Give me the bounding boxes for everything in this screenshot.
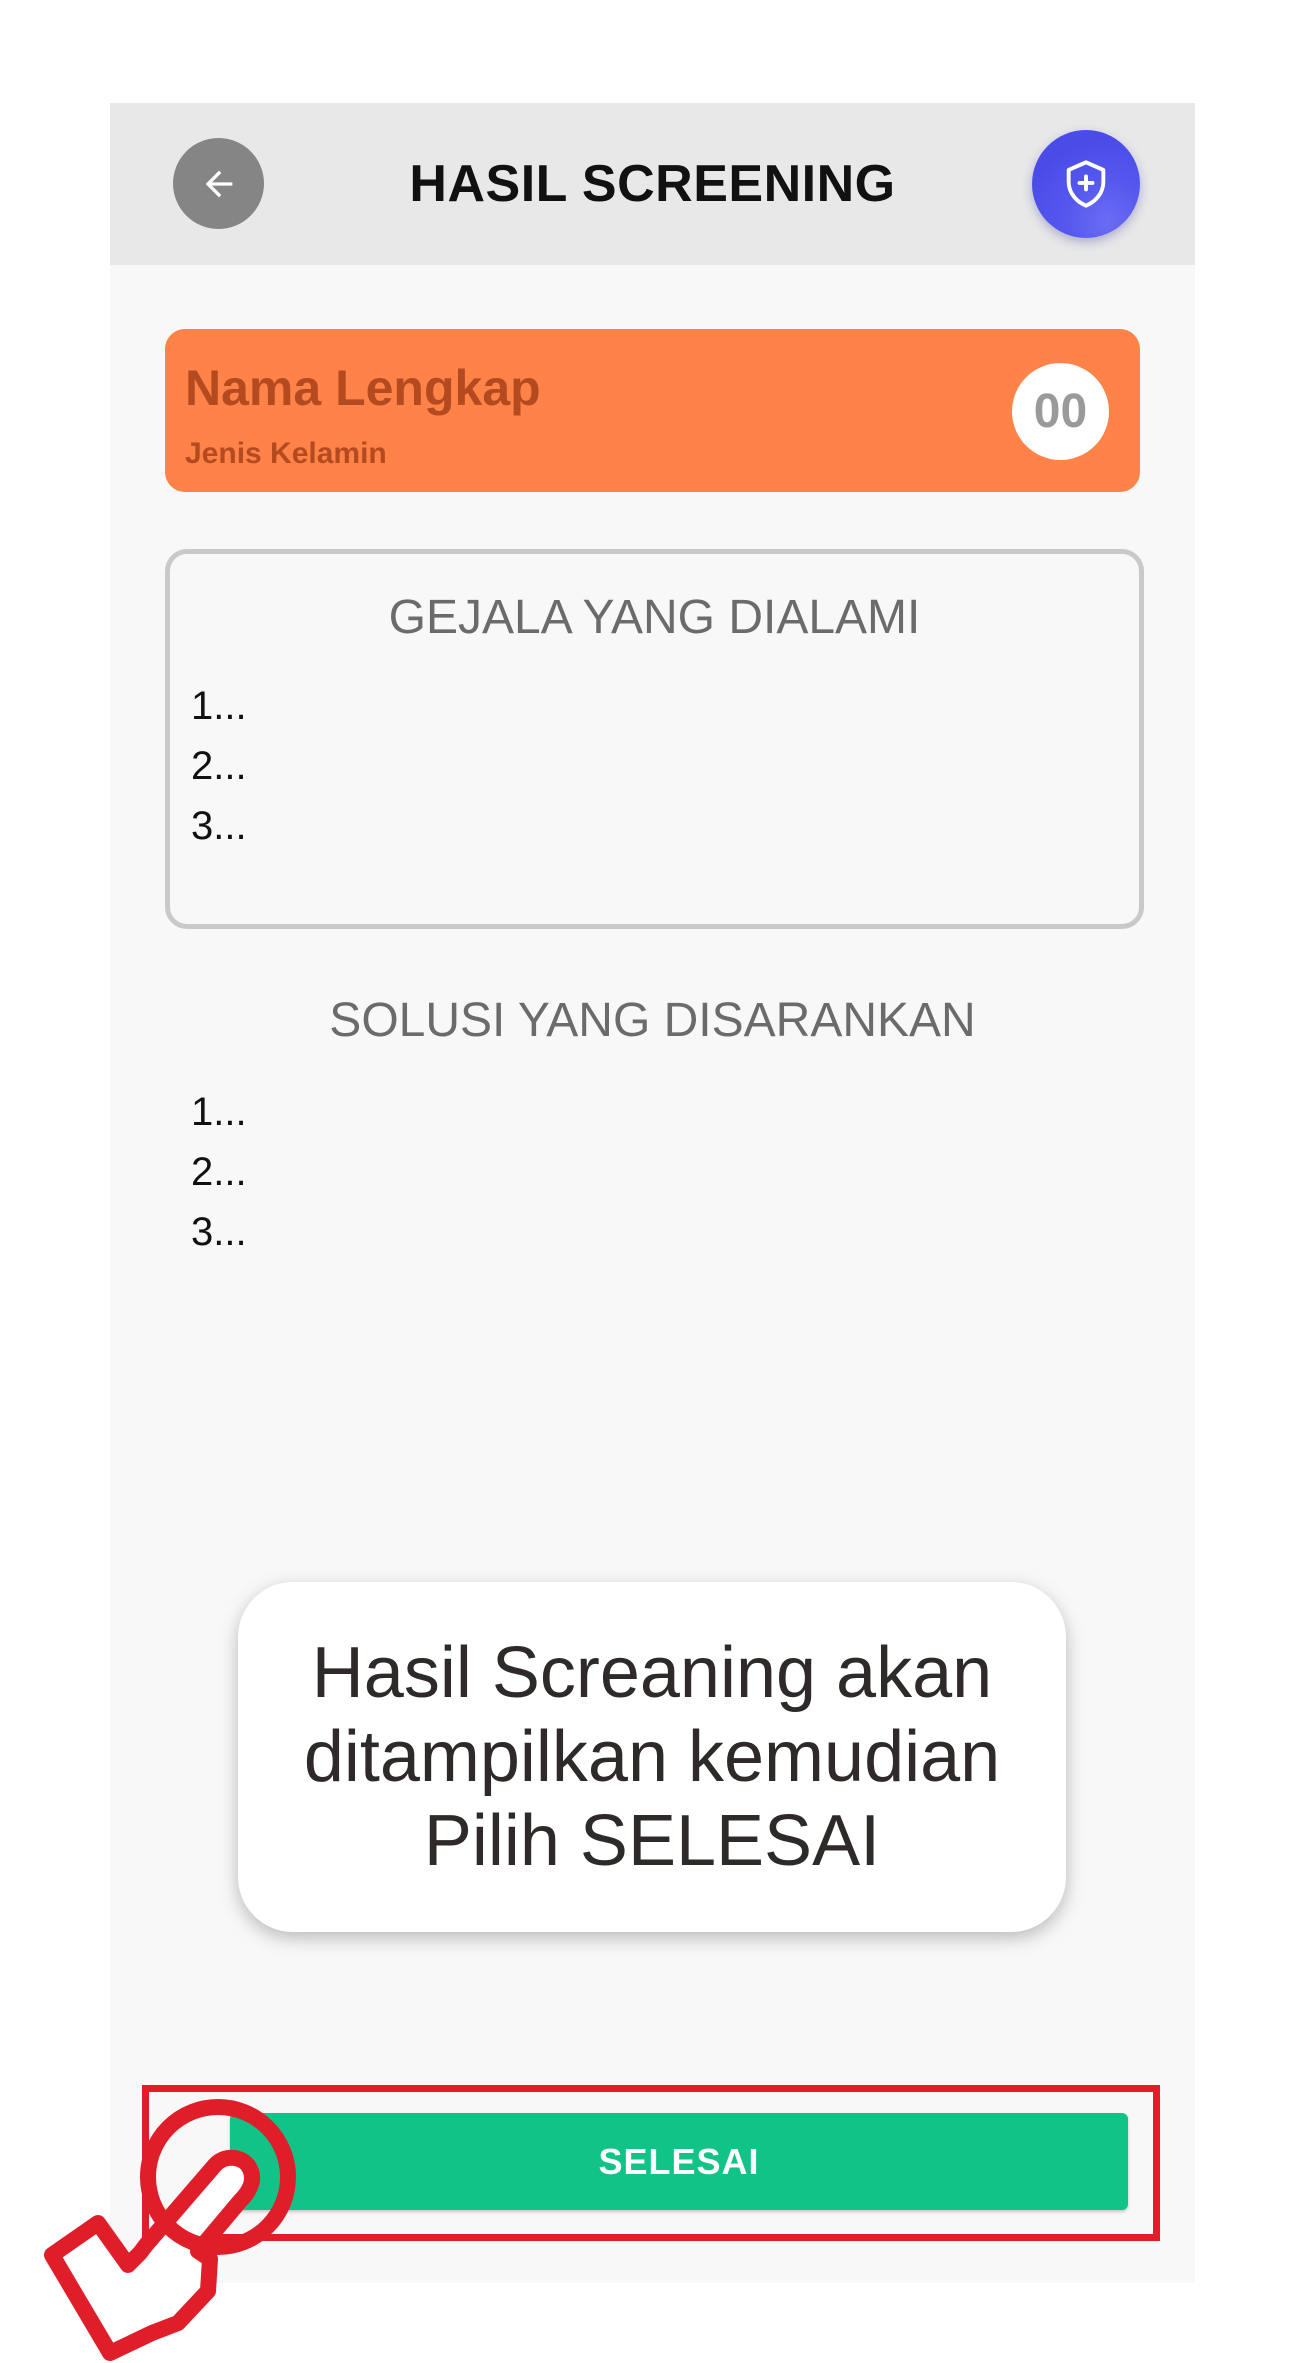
symptom-item: 3...: [191, 804, 247, 848]
app-bar: HASIL SCREENING: [110, 103, 1195, 265]
hand-pointer-icon: [44, 2099, 296, 2361]
tooltip-text: Hasil Screaning akan ditampilkan kemudia…: [304, 1631, 1000, 1883]
back-button[interactable]: [173, 138, 264, 229]
symptom-item: 2...: [191, 744, 247, 788]
arrow-left-icon: [205, 170, 232, 197]
solution-item: 1...: [191, 1090, 247, 1134]
profile-name: Nama Lengkap: [185, 360, 541, 416]
solution-item: 3...: [191, 1210, 247, 1254]
screen: HASIL SCREENING Nama Lengkap Jenis Kelam…: [110, 103, 1195, 2283]
symptom-item: 1...: [191, 684, 247, 728]
symptoms-panel: GEJALA YANG DIALAMI 1... 2... 3...: [165, 549, 1144, 929]
tooltip-line: Pilih SELESAI: [423, 1801, 881, 1881]
solutions-title: SOLUSI YANG DISARANKAN: [329, 994, 976, 1047]
shield-button[interactable]: [1032, 130, 1140, 238]
instruction-tooltip: Hasil Screaning akan ditampilkan kemudia…: [238, 1582, 1066, 1932]
tooltip-line: Hasil Screaning akan: [311, 1633, 993, 1713]
symptoms-title: GEJALA YANG DIALAMI: [388, 591, 921, 644]
profile-card: Nama Lengkap Jenis Kelamin 00: [165, 329, 1140, 492]
profile-gender: Jenis Kelamin: [185, 437, 387, 470]
tooltip-line: ditampilkan kemudian: [303, 1717, 1001, 1797]
score-badge: 00: [1012, 363, 1109, 460]
shield-plus-icon: [1066, 160, 1106, 208]
solution-item: 2...: [191, 1150, 247, 1194]
